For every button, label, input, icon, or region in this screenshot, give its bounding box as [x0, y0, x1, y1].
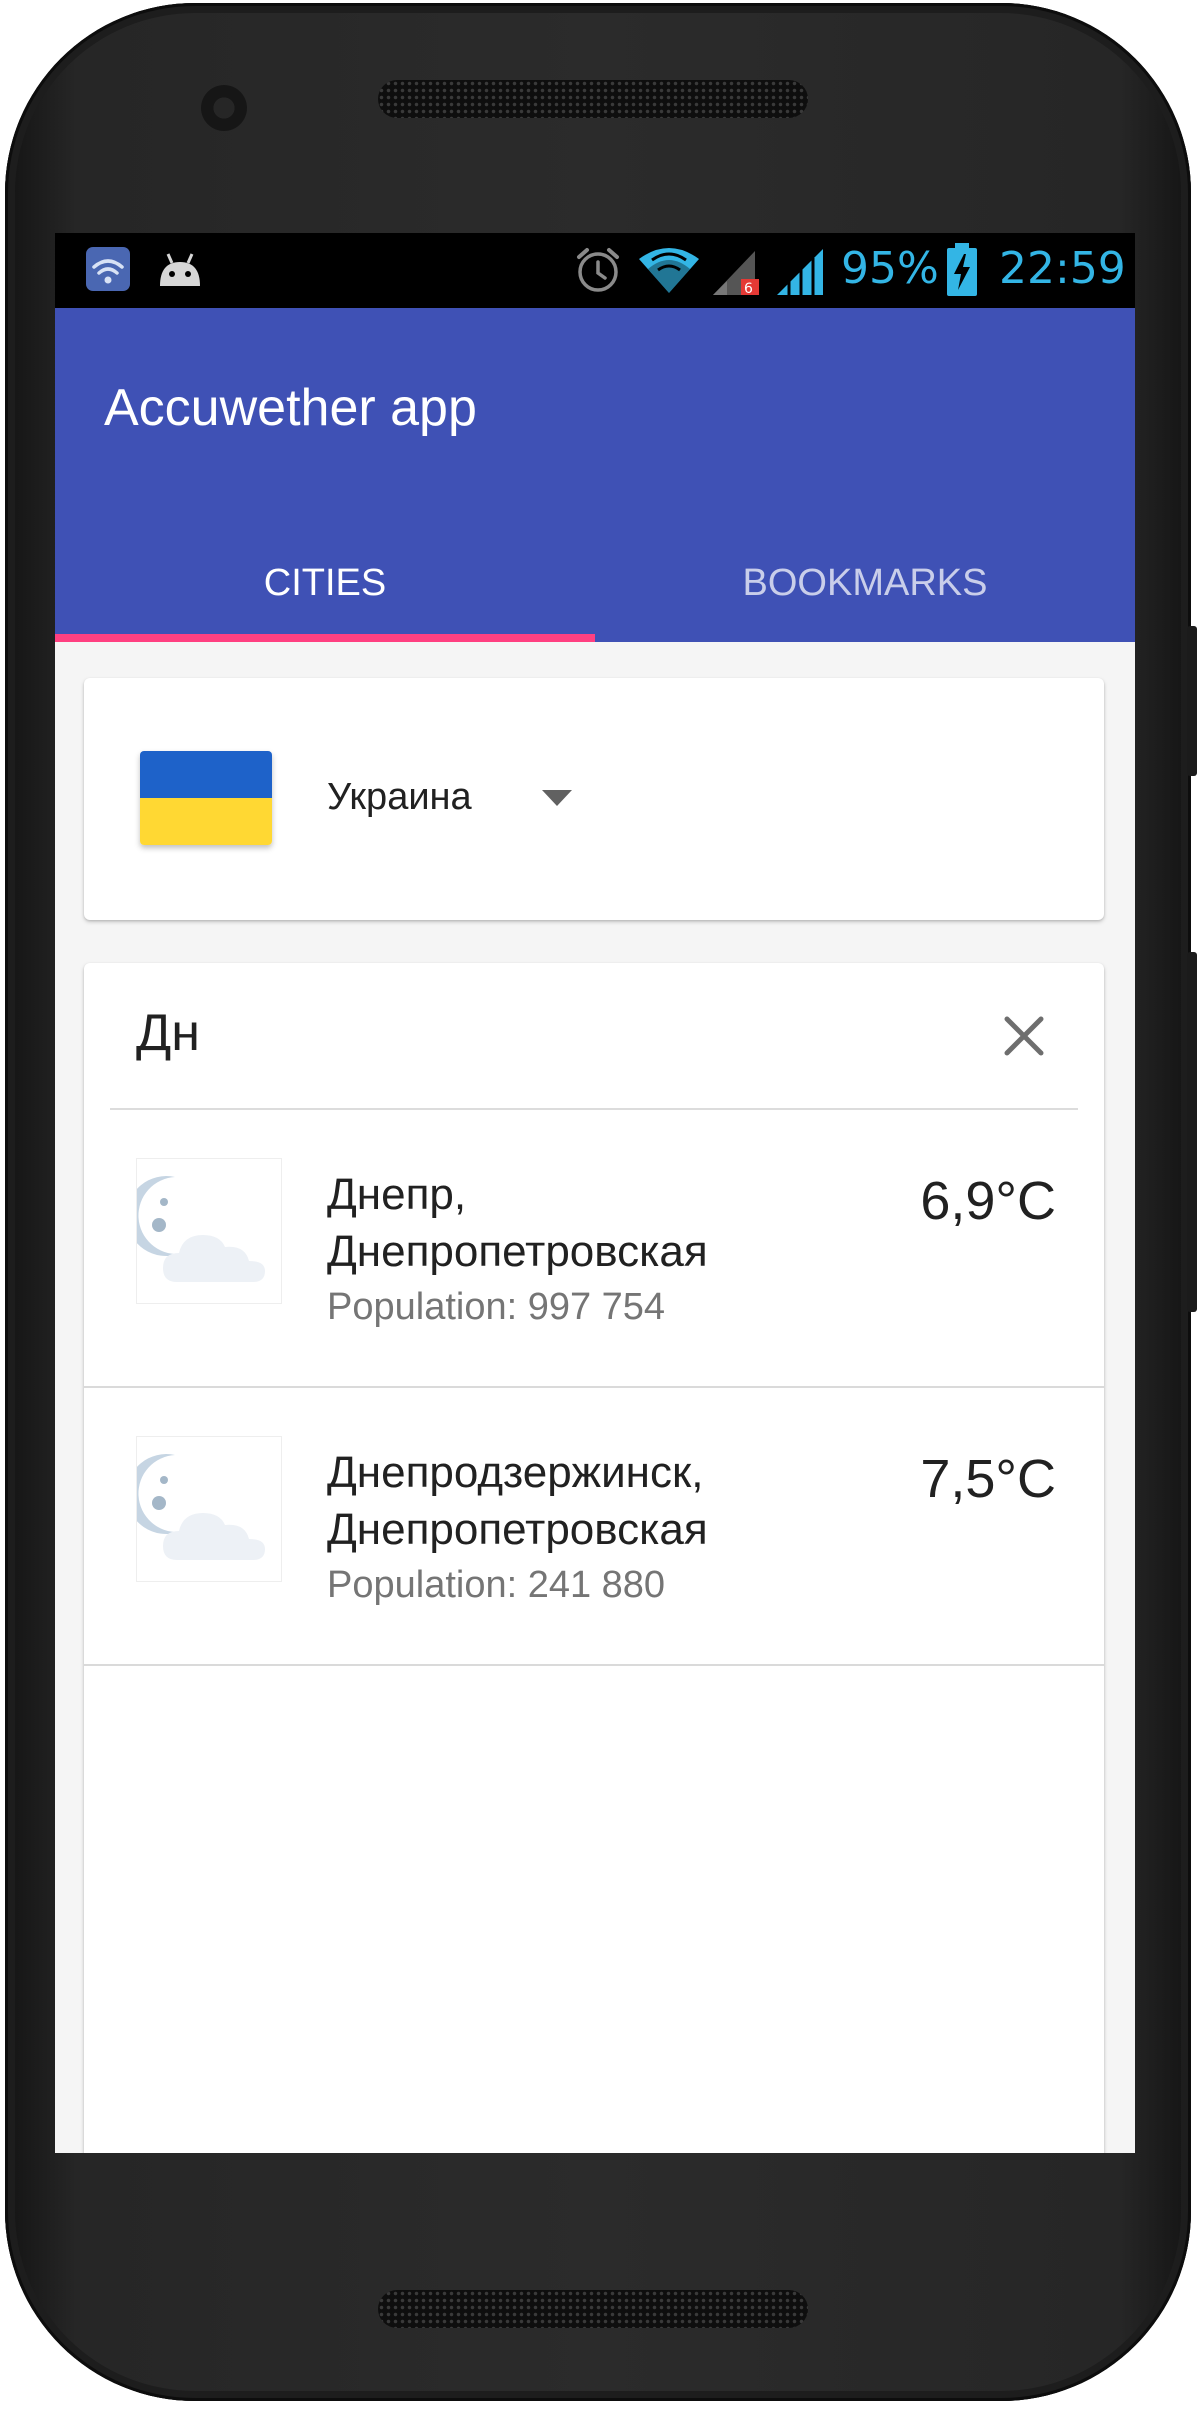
clock: 22:59 — [999, 243, 1126, 294]
svg-text:6: 6 — [744, 281, 753, 297]
city-list-item[interactable]: Днепр, Днепропетровская Population: 997 … — [84, 1110, 1104, 1388]
battery-percent: 95% — [841, 243, 939, 294]
selected-country[interactable]: Украина — [327, 776, 472, 819]
city-population: Population: 241 880 — [327, 1564, 666, 1606]
earpiece-speaker — [378, 80, 808, 118]
cellular-signal-icon-sim2 — [777, 249, 823, 295]
city-list-item[interactable]: Днепродзержинск, Днепропетровская Popula… — [84, 1388, 1104, 1666]
wifi-signal-icon — [639, 248, 699, 293]
country-selector[interactable]: Украина — [84, 678, 1104, 920]
cellular-signal-icon-sim1: 6 — [713, 251, 759, 297]
power-button — [1187, 626, 1197, 776]
city-name-line2: Днепропетровская — [327, 1505, 708, 1554]
row-divider — [84, 1664, 1104, 1666]
screen: 6 95% 22:59 Accuwether app CITIES BOOKMA… — [55, 233, 1135, 2153]
status-bar: 6 95% 22:59 — [55, 233, 1135, 308]
volume-button — [1187, 952, 1197, 1312]
city-name: Днепродзержинск, Днепропетровская — [327, 1444, 708, 1558]
tab-cities[interactable]: CITIES — [55, 540, 595, 642]
front-camera — [201, 85, 247, 131]
city-results-card: Дн Днепр, Днепропетровская Population: 9… — [84, 963, 1104, 2153]
bottom-speaker — [378, 2290, 808, 2328]
city-temperature: 7,5°C — [920, 1449, 1056, 1509]
city-name-line1: Днепр, — [327, 1170, 467, 1219]
city-temperature: 6,9°C — [920, 1171, 1056, 1231]
alarm-icon — [577, 248, 619, 292]
close-icon[interactable] — [989, 1001, 1059, 1071]
search-input[interactable]: Дн — [136, 1003, 200, 1063]
wifi-notification-icon — [86, 247, 130, 291]
city-name-line2: Днепропетровская — [327, 1227, 708, 1276]
city-name-line1: Днепродзержинск, — [327, 1448, 704, 1497]
night-partly-cloudy-icon — [136, 1158, 282, 1304]
ukraine-flag-icon — [140, 751, 272, 845]
battery-charging-icon — [947, 243, 977, 296]
tab-bookmarks[interactable]: BOOKMARKS — [595, 540, 1135, 642]
app-title: Accuwether app — [104, 379, 477, 437]
android-debug-icon — [160, 253, 200, 286]
dropdown-arrow-icon[interactable] — [542, 790, 572, 806]
city-population: Population: 997 754 — [327, 1286, 666, 1328]
city-name: Днепр, Днепропетровская — [327, 1166, 708, 1280]
tab-indicator — [55, 634, 595, 642]
app-bar: Accuwether app CITIES BOOKMARKS — [55, 308, 1135, 642]
night-partly-cloudy-icon — [136, 1436, 282, 1582]
